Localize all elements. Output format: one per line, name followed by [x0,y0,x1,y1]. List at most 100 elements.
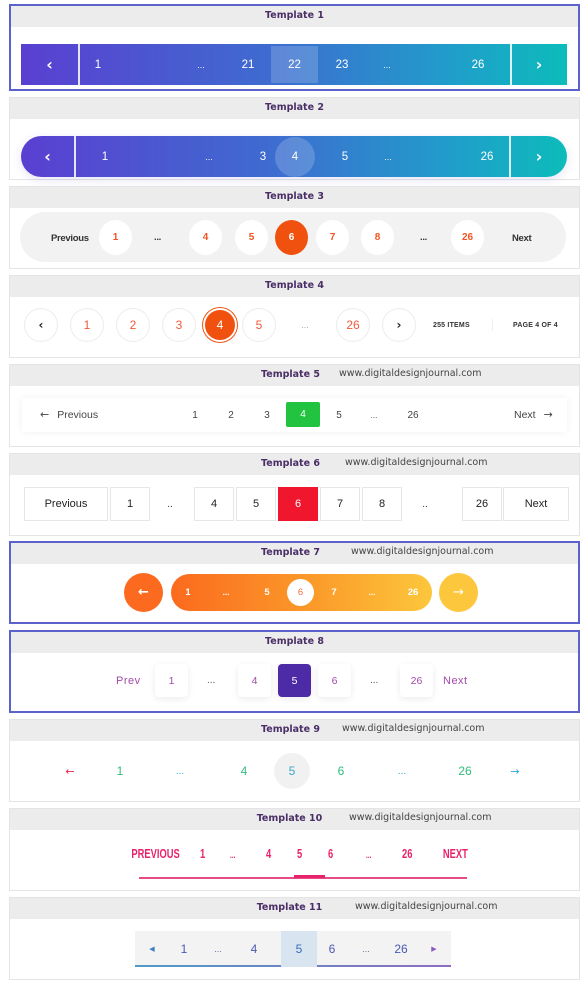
page-item[interactable]: 1 [99,220,132,255]
prev-button[interactable]: ← [62,753,78,789]
page-item[interactable]: 1 [155,664,188,697]
next-button[interactable]: Next [512,233,532,244]
prev-button[interactable]: Prev [116,664,141,697]
page-item[interactable]: 5 [332,398,346,432]
next-button[interactable]: NEXT [443,846,468,861]
page-item[interactable]: 26 [389,931,413,967]
page-item[interactable]: 26 [400,664,433,697]
page-item[interactable]: 26 [451,220,484,255]
card-header: Template 11 www.digitaldesignjournal.com [10,898,579,919]
page-item[interactable]: 1 [181,574,195,611]
template-7-card: Template 7 www.digitaldesignjournal.com … [9,541,580,624]
page-item-active[interactable]: 5 [281,931,317,967]
prev-button[interactable]: ‹ [24,308,58,342]
divider [74,136,76,177]
page-item[interactable]: 26 [454,753,476,789]
page-item[interactable]: 7 [316,220,349,255]
page-item[interactable]: 4 [245,931,263,967]
page-item-active[interactable]: 6 [278,487,318,521]
page-item[interactable]: 6 [333,753,349,789]
page-item[interactable]: 1 [95,136,115,177]
template-1-card: Template 1 ‹ 1 ... 21 22 23 ... 26 › [9,4,580,91]
page-item[interactable]: 7 [320,487,360,521]
next-button[interactable]: → [507,753,523,789]
page-item[interactable]: 4 [238,664,271,697]
next-button[interactable]: › [511,44,567,85]
page-item[interactable]: 6 [318,664,351,697]
page-item-active[interactable]: 22 [271,46,318,83]
next-button[interactable]: › [382,308,416,342]
page-item[interactable]: 1 [112,753,128,789]
page-item[interactable]: 3 [260,398,274,432]
chevron-left-icon: ‹ [44,147,51,166]
prev-label: Previous [57,408,99,421]
page-ellipsis: ... [154,232,162,243]
page-item[interactable]: 2 [224,398,238,432]
prev-button[interactable]: ◀ [143,931,161,967]
page-item[interactable]: 21 [234,44,262,85]
prev-button[interactable]: ← Previous [40,408,98,421]
page-item[interactable]: 26 [402,846,412,861]
page-item[interactable]: 3 [253,136,273,177]
page-item[interactable]: 1 [188,398,202,432]
page-item[interactable]: 8 [362,487,402,521]
next-button[interactable]: › [511,136,567,177]
page-item[interactable]: 1 [70,308,104,342]
page-item[interactable]: 5 [335,136,355,177]
template-8-card: Template 8 Prev 1 ... 4 5 6 ... 26 Next [9,630,580,713]
page-item[interactable]: 23 [328,44,356,85]
page-item[interactable]: 1 [110,487,150,521]
page-item[interactable]: 26 [402,398,424,432]
pagination-template-2: ‹ 1 ... 3 4 5 ... 26 › [10,119,579,179]
page-item[interactable]: 3 [162,308,196,342]
prev-button[interactable]: ‹ [21,44,78,85]
page-item[interactable]: 5 [236,487,276,521]
page-item[interactable]: 5 [260,574,274,611]
page-item[interactable]: 26 [336,308,370,342]
page-item[interactable]: 26 [464,44,492,85]
prev-button[interactable]: ‹ [21,136,74,177]
page-item-active[interactable]: 4 [203,308,237,342]
page-item-active[interactable]: 5 [278,664,311,697]
page-ellipsis: ... [175,765,185,777]
page-item[interactable]: 5 [242,308,276,342]
card-header: Template 8 [11,632,578,653]
page-item-active[interactable]: 5 [297,846,302,861]
page-item[interactable]: 1 [175,931,193,967]
divider [78,44,80,85]
next-button[interactable]: ▶ [425,931,443,967]
page-item[interactable]: 5 [235,220,268,255]
page-item[interactable]: 4 [236,753,252,789]
card-title: Template 4 [265,280,324,291]
page-item[interactable]: 4 [194,487,234,521]
page-item-active[interactable]: 6 [275,220,308,255]
page-item[interactable]: 4 [266,846,271,861]
page-item[interactable]: 6 [323,931,341,967]
pagination-template-11: ◀ 1 ... 4 5 6 ... 26 ▶ [10,919,579,979]
next-button[interactable]: → [439,573,478,612]
page-item-active[interactable]: 5 [274,753,310,789]
prev-button[interactable]: Previous [24,487,108,521]
prev-button[interactable]: PREVIOUS [131,846,179,861]
page-item[interactable]: 8 [361,220,394,255]
page-item[interactable]: 4 [189,220,222,255]
page-item[interactable]: 1 [88,44,108,85]
page-item-active[interactable]: 6 [287,579,314,606]
next-button[interactable]: Next [443,664,468,697]
card-header: Template 2 [10,98,579,119]
page-item[interactable]: 7 [327,574,341,611]
prev-button[interactable]: Previous [51,233,89,244]
page-item[interactable]: 26 [462,487,502,521]
page-item[interactable]: 26 [473,136,501,177]
page-ellipsis: ... [207,675,216,686]
next-button[interactable]: Next [503,487,569,521]
card-header: Template 1 [11,6,578,27]
page-item-active[interactable]: 4 [275,137,315,177]
prev-button[interactable]: ← [124,573,163,612]
page-item[interactable]: 2 [116,308,150,342]
page-item-active[interactable]: 4 [286,402,320,427]
page-item[interactable]: 1 [200,846,205,861]
next-button[interactable]: Next → [514,408,553,421]
page-item[interactable]: 6 [328,846,333,861]
page-item[interactable]: 26 [403,574,423,611]
